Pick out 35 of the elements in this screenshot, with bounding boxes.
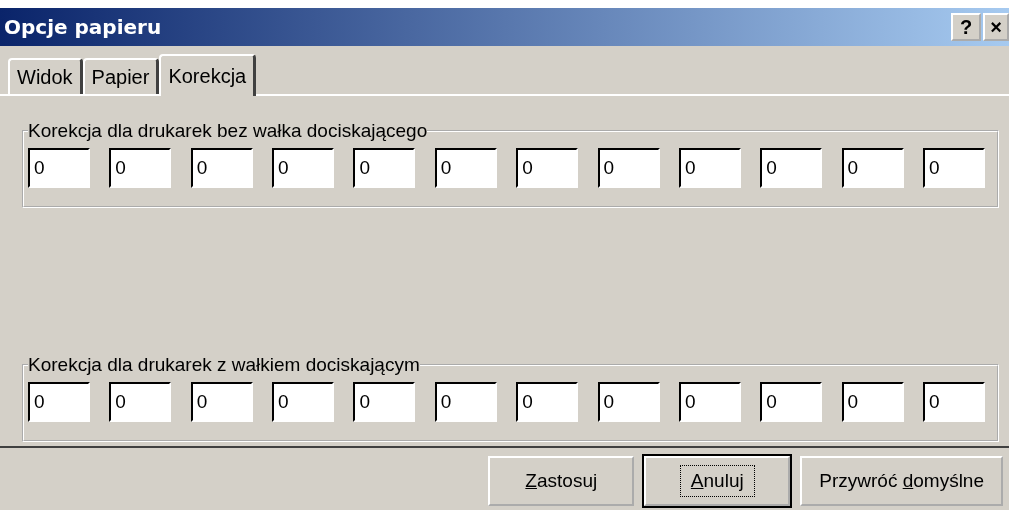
input-field[interactable]: 0 [597,148,660,188]
input-field[interactable]: 0 [272,382,335,422]
dialog-button[interactable]: Anuluj [644,456,791,506]
input-field[interactable]: 0 [922,382,985,422]
help-button[interactable]: ? [951,13,981,41]
input-field[interactable]: 0 [272,148,335,188]
input-field[interactable]: 0 [434,148,497,188]
tab[interactable]: Korekcja [159,54,257,96]
tab[interactable]: Widok [8,58,83,94]
input-field[interactable]: 0 [190,148,253,188]
input-field[interactable]: 0 [28,382,90,422]
input-field[interactable]: 0 [841,148,904,188]
input-field[interactable]: 0 [516,148,579,188]
group-label: Korekcja dla drukarek z wałkiem dociskającym [28,354,420,376]
input-field[interactable]: 0 [353,148,416,188]
input-field[interactable]: 0 [760,148,823,188]
dialog-button[interactable]: Zastosuj [488,456,635,506]
input-field[interactable]: 0 [353,382,416,422]
input-field[interactable]: 0 [516,382,579,422]
input-field[interactable]: 0 [190,382,253,422]
group-label: Korekcja dla drukarek bez wałka dociskającego [28,120,428,142]
input-field[interactable]: 0 [434,382,497,422]
input-field[interactable]: 0 [678,148,741,188]
input-field[interactable]: 0 [760,382,823,422]
input-field[interactable]: 0 [28,148,90,188]
dialog-button[interactable]: Przywróć domyślne [800,456,1003,506]
close-button[interactable]: × [983,13,1009,41]
input-field[interactable]: 0 [678,382,741,422]
input-field[interactable]: 0 [841,382,904,422]
tab[interactable]: Papier [82,58,160,94]
input-field[interactable]: 0 [109,148,172,188]
input-field[interactable]: 0 [109,382,172,422]
window-title: Opcje papieru [4,15,162,39]
input-field[interactable]: 0 [597,382,660,422]
input-field[interactable]: 0 [922,148,985,188]
